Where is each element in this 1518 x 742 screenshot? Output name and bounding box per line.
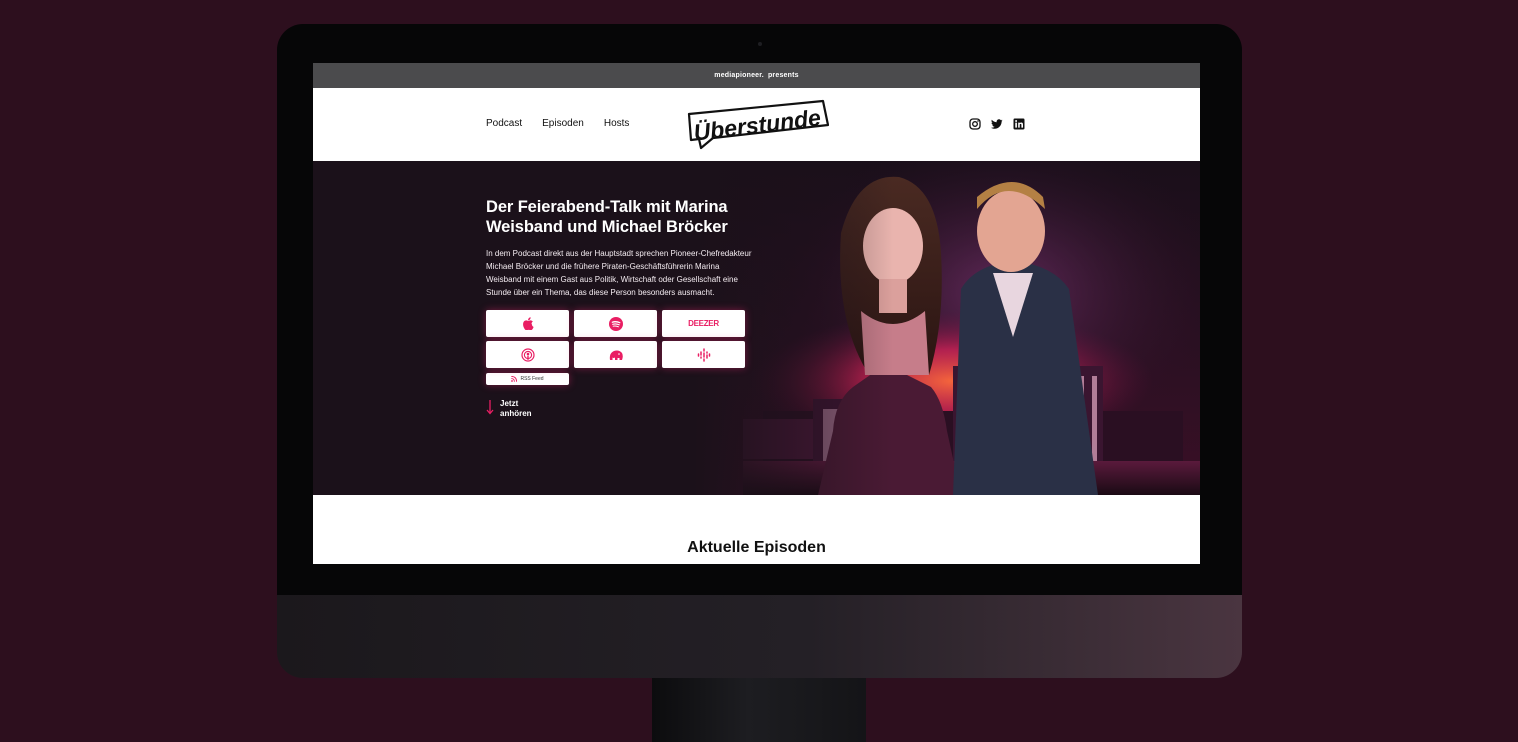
twitter-icon[interactable] bbox=[991, 118, 1003, 130]
listen-now-label: Jetzt anhören bbox=[500, 399, 532, 418]
google-podcasts-button[interactable] bbox=[662, 341, 745, 368]
linkedin-icon[interactable] bbox=[1013, 118, 1025, 130]
hero-background-image bbox=[313, 161, 1200, 495]
social-links bbox=[969, 118, 1025, 130]
main-nav: Podcast Episoden Hosts bbox=[486, 118, 629, 129]
hero-description: In dem Podcast direkt aus der Hauptstadt… bbox=[486, 249, 752, 297]
nav-link-episoden[interactable]: Episoden bbox=[542, 118, 584, 129]
rss-feed-button[interactable]: RSS Feed bbox=[486, 373, 569, 385]
hero-title: Der Feierabend-Talk mit Marina Weisband … bbox=[486, 198, 728, 236]
site-header: Podcast Episoden Hosts Überstunde bbox=[313, 88, 1200, 161]
podcast-app-icon bbox=[520, 347, 535, 362]
presents-label: presents bbox=[767, 72, 799, 79]
camera-dot bbox=[758, 42, 762, 46]
monitor-chin bbox=[277, 594, 1242, 678]
apple-podcasts-button[interactable] bbox=[486, 310, 569, 337]
listen-now-link[interactable]: Jetzt anhören bbox=[486, 399, 754, 419]
nav-link-hosts[interactable]: Hosts bbox=[604, 118, 630, 129]
apple-podcasts-icon bbox=[522, 317, 534, 330]
rss-icon bbox=[511, 376, 518, 382]
episodes-heading: Aktuelle Episoden bbox=[687, 539, 826, 556]
google-podcasts-icon bbox=[697, 347, 710, 362]
brand-label: mediapioneer. bbox=[714, 72, 764, 79]
elephant-podcast-button[interactable] bbox=[574, 341, 657, 368]
website-screen: mediapioneer. presents Podcast Episoden … bbox=[313, 63, 1200, 564]
platform-buttons: DEEZER bbox=[486, 310, 754, 368]
podcast-app-button[interactable] bbox=[486, 341, 569, 368]
monitor-stand bbox=[652, 672, 866, 742]
elephant-podcast-icon bbox=[609, 350, 623, 360]
nav-link-podcast[interactable]: Podcast bbox=[486, 118, 522, 129]
hero-content: Der Feierabend-Talk mit Marina Weisband … bbox=[486, 198, 754, 419]
ueberstunde-logo[interactable]: Überstunde bbox=[683, 98, 829, 150]
spotify-icon bbox=[608, 316, 623, 331]
deezer-logo: DEEZER bbox=[688, 319, 719, 328]
announcement-bar: mediapioneer. presents bbox=[313, 63, 1200, 88]
hero-section: Der Feierabend-Talk mit Marina Weisband … bbox=[313, 161, 1200, 495]
deezer-button[interactable]: DEEZER bbox=[662, 310, 745, 337]
spotify-button[interactable] bbox=[574, 310, 657, 337]
rss-feed-label: RSS Feed bbox=[520, 376, 544, 382]
arrow-down-icon bbox=[486, 400, 494, 415]
episodes-section: Aktuelle Episoden bbox=[313, 495, 1200, 564]
instagram-icon[interactable] bbox=[969, 118, 981, 130]
